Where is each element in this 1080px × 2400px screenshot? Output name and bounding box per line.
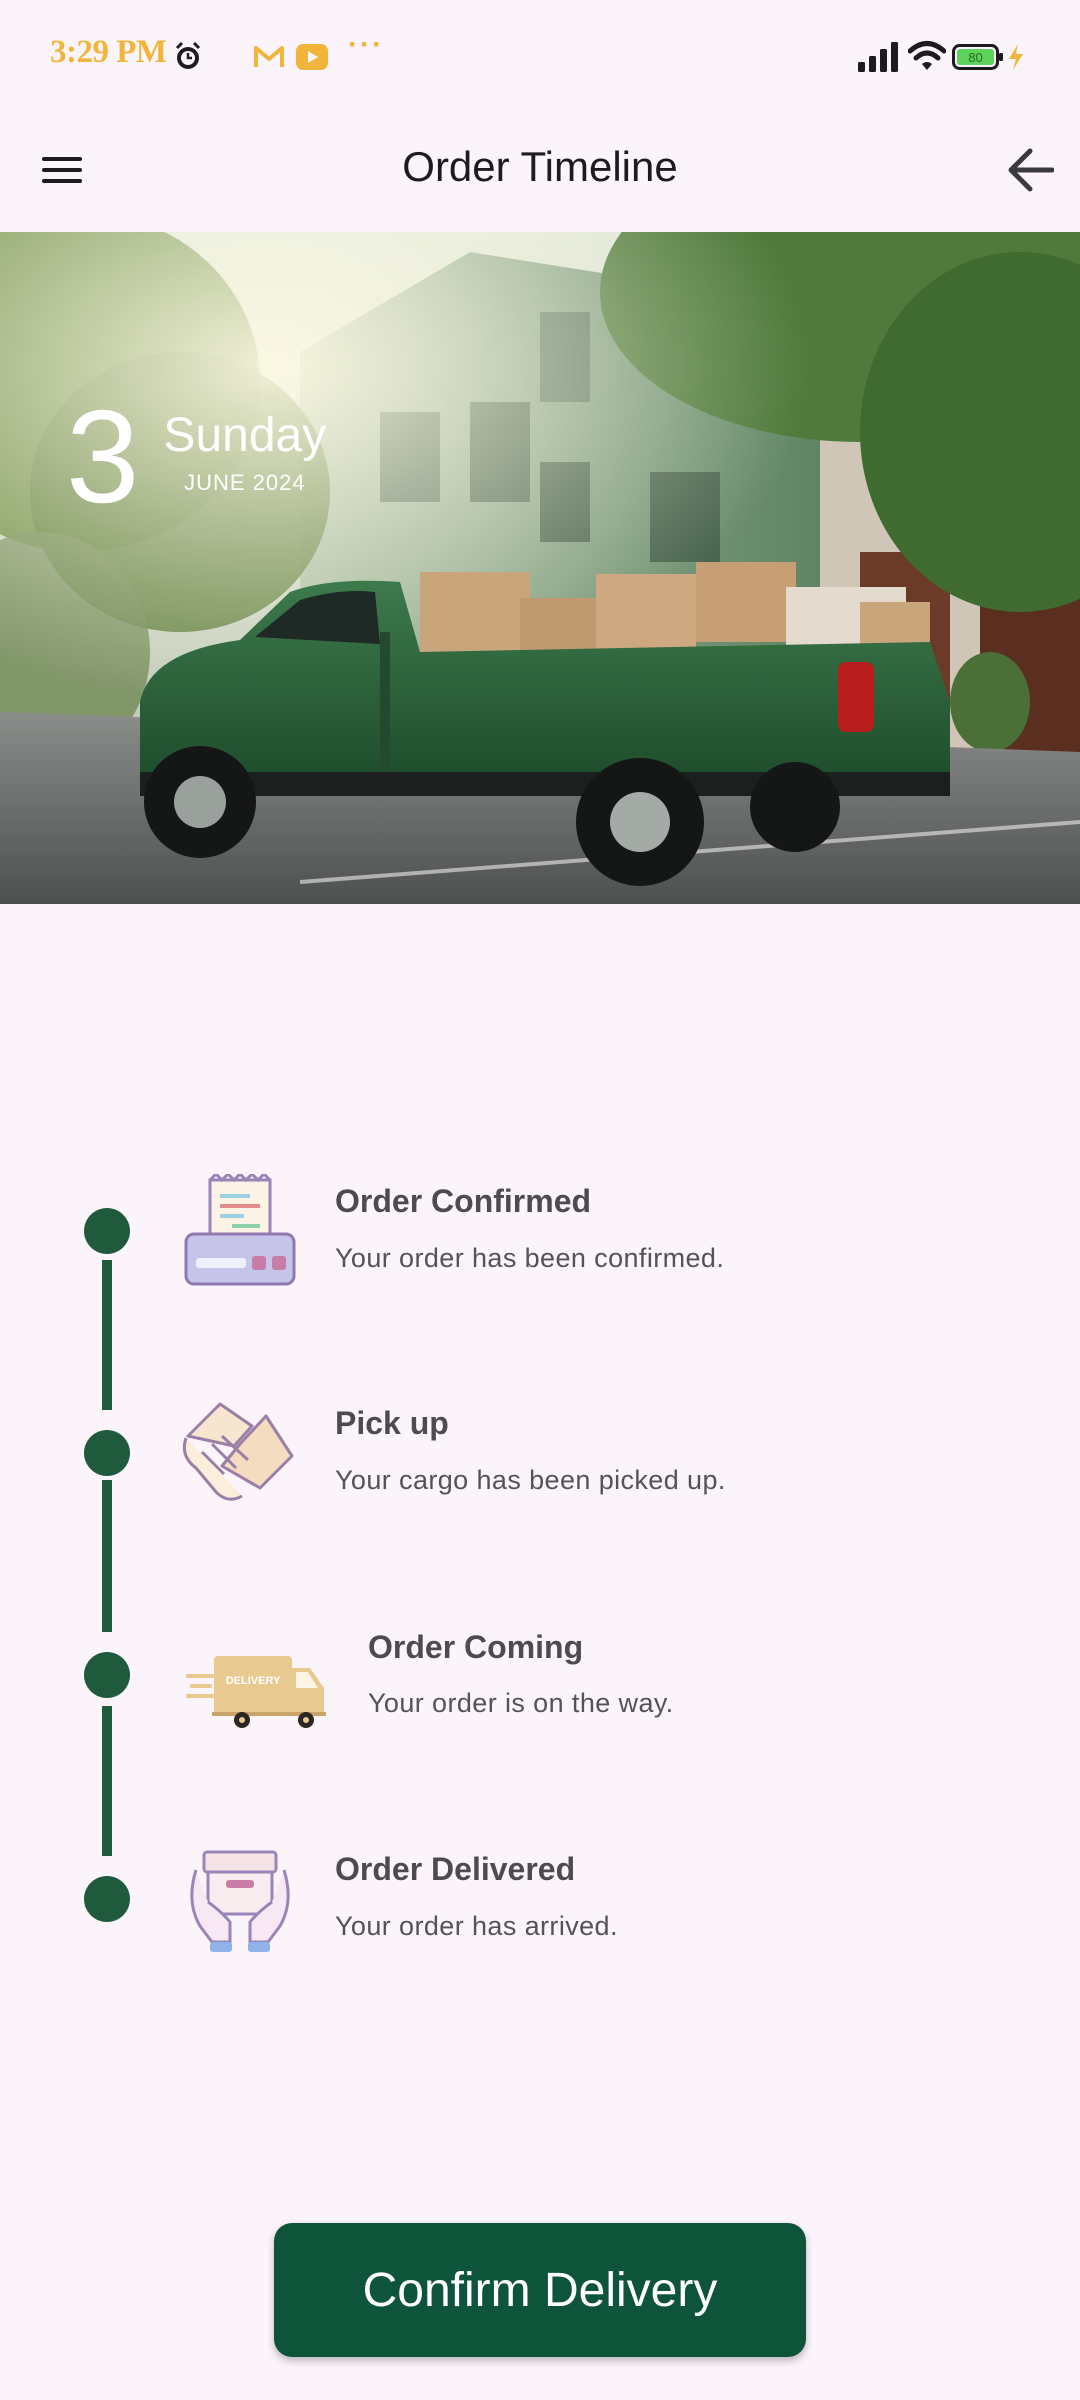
battery-icon: 80 xyxy=(952,44,1003,70)
step-title: Pick up xyxy=(335,1405,449,1441)
app-bar: Order Timeline xyxy=(0,112,1080,232)
order-timeline-screen: 3:29 PM ··· 80 Order Timeline 3 Sunday J… xyxy=(0,0,1080,2400)
status-time: 3:29 PM xyxy=(50,34,167,70)
package-in-hands-icon xyxy=(190,1850,290,1952)
step-description: Your cargo has been picked up. xyxy=(335,1465,726,1495)
timeline-dot xyxy=(84,1430,130,1476)
timeline-connector xyxy=(102,1480,112,1632)
step-title: Order Coming xyxy=(368,1629,584,1665)
step-description: Your order has arrived. xyxy=(335,1911,618,1941)
confirm-delivery-button[interactable]: Confirm Delivery xyxy=(274,2223,806,2357)
timeline-dot xyxy=(84,1652,130,1698)
timeline-dot xyxy=(84,1876,130,1922)
charging-icon xyxy=(1009,44,1023,70)
status-bar: 3:29 PM ··· 80 xyxy=(0,0,1080,112)
step-title: Order Confirmed xyxy=(335,1183,592,1219)
more-notifications-indicator: ··· xyxy=(348,28,384,61)
date-display: 3 Sunday JUNE 2024 xyxy=(66,383,327,530)
order-timeline: Order Confirmed Your order has been conf… xyxy=(0,1150,1080,1952)
arrow-back-icon xyxy=(1008,148,1054,192)
step-description: Your order is on the way. xyxy=(368,1688,674,1718)
step-description: Your order has been confirmed. xyxy=(335,1243,725,1273)
delivery-truck-icon: DELIVERY xyxy=(186,1656,326,1728)
pickup-truck-illustration xyxy=(0,232,1080,904)
date-weekday: Sunday xyxy=(163,409,327,462)
date-month-year: JUNE 2024 xyxy=(184,470,306,495)
receipt-printer-icon xyxy=(184,1174,296,1286)
timeline-connector xyxy=(102,1260,112,1410)
page-title: Order Timeline xyxy=(402,143,678,190)
youtube-icon xyxy=(296,44,328,70)
timeline-dot xyxy=(84,1208,130,1254)
gmail-icon xyxy=(254,46,284,67)
hero-banner: 3 Sunday JUNE 2024 xyxy=(0,232,1080,904)
alarm-icon xyxy=(175,41,201,69)
timeline-connector xyxy=(102,1706,112,1856)
back-button[interactable] xyxy=(998,138,1062,202)
date-day-number: 3 xyxy=(66,383,140,530)
wifi-icon xyxy=(908,41,946,70)
step-title: Order Delivered xyxy=(335,1851,576,1887)
svg-text:80: 80 xyxy=(968,50,982,65)
svg-text:DELIVERY: DELIVERY xyxy=(226,1675,281,1687)
handshake-icon xyxy=(182,1402,294,1501)
signal-icon xyxy=(858,42,898,72)
